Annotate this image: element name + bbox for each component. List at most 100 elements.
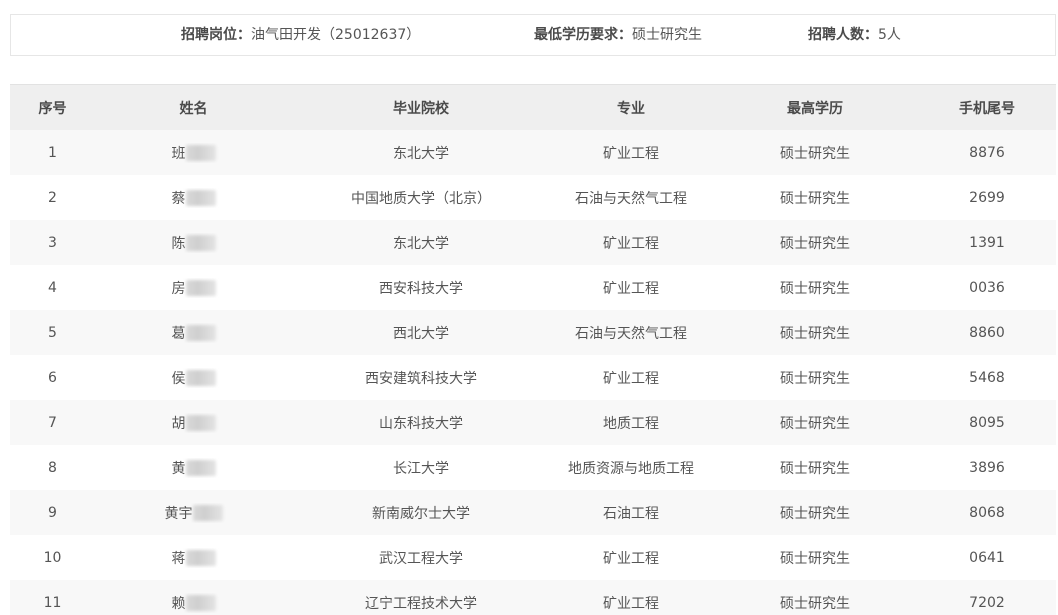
name-wrap: 胡 [172,413,216,433]
name-redaction-blur [192,504,223,521]
header-phone: 手机尾号 [959,100,1015,117]
cell-degree: 硕士研究生 [780,415,850,432]
cell-name: 葛 [95,323,292,343]
cell-name: 蔡 [95,188,292,208]
table-row: 3 陈 东北大学 矿业工程 硕士研究生 1391 [10,220,1056,265]
cell-school: 西安科技大学 [379,280,463,297]
name-redaction-blur [185,189,216,206]
name-redaction-blur [185,279,216,296]
name-visible-char: 黄宇 [164,505,193,522]
cell-name: 黄 [95,458,292,478]
name-wrap: 黄 [172,458,216,478]
table-row: 4 房 西安科技大学 矿业工程 硕士研究生 0036 [10,265,1056,310]
cell-degree: 硕士研究生 [780,235,850,252]
cell-major: 矿业工程 [603,235,659,252]
table-row: 8 黄 长江大学 地质资源与地质工程 硕士研究生 3896 [10,445,1056,490]
cell-major: 矿业工程 [603,370,659,387]
cell-degree: 硕士研究生 [780,505,850,522]
cell-major: 石油与天然气工程 [575,190,687,207]
table-row: 1 班 东北大学 矿业工程 硕士研究生 8876 [10,130,1056,175]
education-label: 最低学历要求 [534,27,618,43]
cell-phone: 8068 [969,504,1005,521]
position-info: 招聘岗位：油气田开发（25012637） [181,15,420,55]
table-row: 7 胡 山东科技大学 地质工程 硕士研究生 8095 [10,400,1056,445]
cell-school: 长江大学 [393,460,449,477]
education-colon: ： [618,27,632,43]
cell-major: 矿业工程 [603,550,659,567]
name-redaction-blur [185,549,216,566]
name-redaction-blur [185,369,216,386]
cell-index: 11 [43,594,62,611]
cell-index: 8 [48,459,57,476]
name-visible-char: 班 [171,145,186,162]
table-row: 6 侯 西安建筑科技大学 矿业工程 硕士研究生 5468 [10,355,1056,400]
header-degree: 最高学历 [787,100,843,117]
education-value: 硕士研究生 [632,27,702,43]
cell-name: 蒋 [95,548,292,568]
position-label: 招聘岗位 [181,27,237,43]
count-label: 招聘人数 [808,27,864,43]
cell-school: 东北大学 [393,145,449,162]
name-wrap: 葛 [172,323,216,343]
name-wrap: 房 [172,278,216,298]
cell-phone: 2699 [969,189,1005,206]
cell-index: 7 [48,414,57,431]
cell-name: 侯 [95,368,292,388]
cell-index: 10 [43,549,62,566]
table-row: 10 蒋 武汉工程大学 矿业工程 硕士研究生 0641 [10,535,1056,580]
name-visible-char: 陈 [171,235,186,252]
position-value: 油气田开发（25012637） [251,27,421,43]
cell-school: 中国地质大学（北京） [351,190,491,207]
name-wrap: 黄宇 [165,503,223,523]
name-visible-char: 胡 [171,415,186,432]
cell-index: 1 [48,144,57,161]
cell-name: 胡 [95,413,292,433]
table-row: 5 葛 西北大学 石油与天然气工程 硕士研究生 8860 [10,310,1056,355]
name-visible-char: 蒋 [171,550,186,567]
cell-index: 2 [48,189,57,206]
name-redaction-blur [185,459,216,476]
cell-name: 黄宇 [95,503,292,523]
cell-phone: 0036 [969,279,1005,296]
name-wrap: 蒋 [172,548,216,568]
cell-school: 东北大学 [393,235,449,252]
cell-major: 地质工程 [603,415,659,432]
cell-index: 3 [48,234,57,251]
name-wrap: 班 [172,143,216,163]
cell-name: 班 [95,143,292,163]
table-header-row: 序号 姓名 毕业院校 专业 最高学历 手机尾号 [10,85,1056,130]
cell-degree: 硕士研究生 [780,325,850,342]
name-visible-char: 蔡 [171,190,186,207]
cell-school: 辽宁工程技术大学 [365,595,477,612]
cell-major: 矿业工程 [603,280,659,297]
cell-major: 矿业工程 [603,145,659,162]
education-info: 最低学历要求：硕士研究生 [534,15,702,55]
cell-degree: 硕士研究生 [780,190,850,207]
name-redaction-blur [185,324,216,341]
name-visible-char: 黄 [171,460,186,477]
count-value: 5人 [878,27,901,43]
name-wrap: 蔡 [172,188,216,208]
cell-degree: 硕士研究生 [780,595,850,612]
cell-major: 石油工程 [603,505,659,522]
name-wrap: 赖 [172,593,216,613]
cell-school: 西安建筑科技大学 [365,370,477,387]
name-visible-char: 赖 [171,595,186,612]
name-redaction-blur [185,144,216,161]
name-wrap: 侯 [172,368,216,388]
page: 招聘岗位：油气田开发（25012637） 最低学历要求：硕士研究生 招聘人数：5… [0,0,1058,615]
cell-index: 5 [48,324,57,341]
name-visible-char: 房 [171,280,186,297]
count-info: 招聘人数：5人 [808,15,901,55]
header-major: 专业 [617,100,645,117]
position-colon: ： [237,27,251,43]
cell-major: 矿业工程 [603,595,659,612]
name-redaction-blur [185,414,216,431]
cell-index: 6 [48,369,57,386]
cell-phone: 1391 [969,234,1005,251]
cell-phone: 3896 [969,459,1005,476]
cell-major: 石油与天然气工程 [575,325,687,342]
table-body: 1 班东北大学 矿业工程 硕士研究生 8876 2 蔡中国地质大学（北京） 石油与天然气工程硕… [10,130,1056,615]
cell-name: 房 [95,278,292,298]
name-wrap: 陈 [172,233,216,253]
